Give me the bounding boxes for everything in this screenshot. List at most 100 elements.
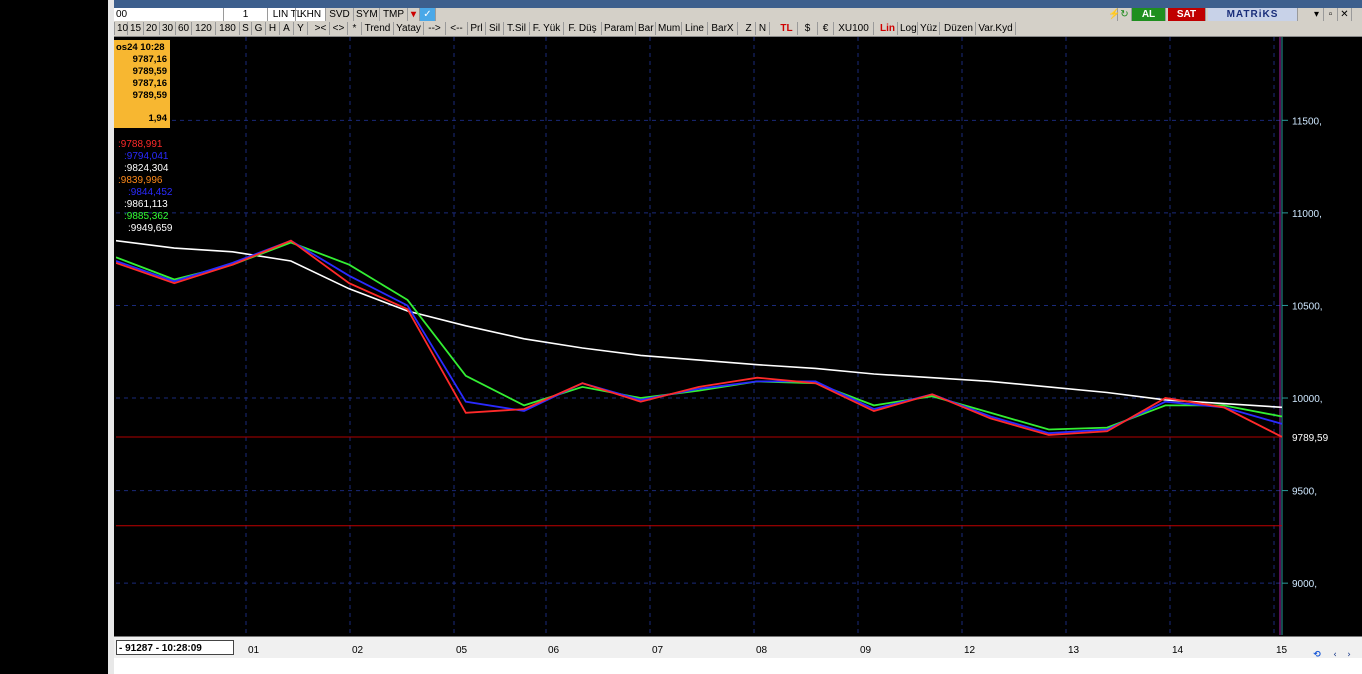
symbol-field[interactable]: 00	[114, 8, 224, 21]
toolbar-button-9[interactable]: H	[266, 22, 280, 35]
scroll-nav: ⟲ ‹ ›	[1310, 648, 1358, 664]
footer	[114, 658, 1362, 674]
toolbar-button-3[interactable]: 30	[160, 22, 176, 35]
khn-button[interactable]: KHN	[296, 8, 326, 21]
scroll-right-button[interactable]: ›	[1342, 648, 1356, 662]
toolbar-button-17[interactable]: -->	[424, 22, 446, 35]
refresh-icon[interactable]: ↻	[1118, 8, 1132, 21]
low-value: 9787,16	[132, 78, 167, 89]
close-icon[interactable]: ✕	[1338, 8, 1352, 21]
toolbar-button-5[interactable]: 120	[192, 22, 216, 35]
toolbar-button-10[interactable]: A	[280, 22, 294, 35]
y-tick-label: 9500,	[1292, 487, 1317, 498]
y-tick-label: 10500,	[1292, 301, 1323, 312]
dropdown-arrow-icon[interactable]: ▾	[408, 8, 420, 21]
lin-button[interactable]: LIN	[266, 8, 296, 21]
open-value: 9787,16	[132, 54, 167, 65]
toolbar-button-34[interactable]: XU100	[834, 22, 874, 35]
date-label: 02	[352, 645, 364, 656]
toolbar-button-23[interactable]: F. Düş	[564, 22, 602, 35]
toolbar-button-2[interactable]: 20	[144, 22, 160, 35]
toolbar-button-20[interactable]: Sil	[486, 22, 504, 35]
indicator-value: :9861,113	[124, 199, 168, 210]
zoom-icon[interactable]: ⟲	[1310, 648, 1324, 662]
high-value: 9789,59	[132, 66, 167, 77]
toolbar-button-7[interactable]: S	[240, 22, 252, 35]
date-label: 13	[1068, 645, 1080, 656]
date-label: 09	[860, 645, 872, 656]
price-chart[interactable]: 11500, 11000, 10500, 10000, 9500, 9000, 9789,5…	[116, 37, 1362, 635]
indicator-value: :9839,996	[118, 175, 163, 186]
date-label: 12	[964, 645, 976, 656]
toolbar-button-15[interactable]: Trend	[362, 22, 394, 35]
date-label: 06	[548, 645, 560, 656]
sell-button[interactable]: SAT	[1168, 8, 1206, 21]
y-tick-label: 10000,	[1292, 394, 1323, 405]
toolbar-button-19[interactable]: Prl	[468, 22, 486, 35]
toolbar-button-1[interactable]: 15	[128, 22, 144, 35]
y-tick-label: 11500,	[1292, 116, 1322, 127]
date-label: 05	[456, 645, 468, 656]
toolbar-button-29[interactable]: Z	[742, 22, 756, 35]
toolbar-button-11[interactable]: Y	[294, 22, 308, 35]
toolbar-button-21[interactable]: T.Sil	[504, 22, 530, 35]
close-value: 9789,59	[132, 90, 167, 101]
period-field[interactable]: 1	[224, 8, 268, 21]
toolbar-button-35[interactable]: Lin	[878, 22, 898, 35]
matriks-logo: MATRiKS	[1208, 8, 1298, 21]
toolbar-button-12[interactable]: ><	[312, 22, 330, 35]
svd-button[interactable]: SVD	[326, 8, 354, 21]
toolbar-button-13[interactable]: <>	[330, 22, 348, 35]
dropdown-icon[interactable]: ▾	[1310, 8, 1324, 21]
toolbar-button-4[interactable]: 60	[176, 22, 192, 35]
toolbar-button-32[interactable]: $	[798, 22, 818, 35]
series-line	[116, 239, 1283, 409]
toolbar-button-33[interactable]: €	[818, 22, 834, 35]
minimize-icon[interactable]: ▫	[1324, 8, 1338, 21]
lightning-icon[interactable]: ⚡	[1106, 8, 1120, 21]
toolbar-button-26[interactable]: Mum	[656, 22, 682, 35]
y-tick-label: 11000,	[1292, 209, 1322, 220]
desktop-background	[0, 0, 108, 674]
series-line	[116, 239, 1283, 438]
series-line	[116, 239, 1283, 435]
date-label: 08	[756, 645, 768, 656]
toolbar-row-2: 10 15 20 30 60 120 180 S G H A Y >< <> * Trend Yatay --> <…	[114, 22, 1362, 37]
title-strip	[114, 0, 1362, 8]
toolbar-row-1: 00 1 TL LIN KHN SVD SYM TMP ▾ ✓ ⚡ ↻ AL S…	[114, 8, 1362, 23]
toolbar-button-22[interactable]: F. Yük	[530, 22, 564, 35]
toolbar-button-6[interactable]: 180	[216, 22, 240, 35]
toolbar-button-24[interactable]: Param	[602, 22, 636, 35]
indicator-value: :9844,452	[128, 187, 173, 198]
date-label: 01	[248, 645, 260, 656]
toolbar-button-16[interactable]: Yatay	[394, 22, 424, 35]
toolbar-button-36[interactable]: Log	[898, 22, 918, 35]
toolbar-button-27[interactable]: Line	[682, 22, 708, 35]
indicator-value: :9794,041	[124, 151, 169, 162]
toolbar-button-37[interactable]: Yüz	[918, 22, 940, 35]
ohlc-info-box: os24 10:28 9787,16 9789,59 9787,16 9789,…	[114, 40, 170, 128]
y-tick-label: 9000,	[1292, 579, 1317, 590]
buy-button[interactable]: AL	[1132, 8, 1166, 21]
toolbar-button-31[interactable]: TL	[776, 22, 798, 35]
change-value: 1,94	[148, 113, 168, 124]
twitter-icon[interactable]: ✓	[420, 8, 436, 21]
scroll-left-button[interactable]: ‹	[1328, 648, 1342, 662]
toolbar-button-25[interactable]: Bar	[636, 22, 656, 35]
toolbar-button-38[interactable]: Düzen	[942, 22, 976, 35]
date-label: 15	[1276, 645, 1288, 656]
toolbar-button-30[interactable]: N	[756, 22, 770, 35]
indicator-value: :9885,362	[124, 211, 169, 222]
toolbar-button-14[interactable]: *	[348, 22, 362, 35]
toolbar-button-28[interactable]: BarX	[708, 22, 738, 35]
indicator-value: :9788,991	[118, 139, 163, 150]
indicator-value: :9824,304	[124, 163, 169, 174]
toolbar-button-18[interactable]: <--	[446, 22, 468, 35]
sym-button[interactable]: SYM	[354, 8, 380, 21]
toolbar-button-0[interactable]: 10	[114, 22, 128, 35]
toolbar-button-39[interactable]: Var.Kyd	[976, 22, 1016, 35]
datetime: os24 10:28	[116, 42, 165, 53]
status-readout: - 91287 - 10:28:09	[116, 640, 234, 655]
tmp-button[interactable]: TMP	[380, 8, 408, 21]
toolbar-button-8[interactable]: G	[252, 22, 266, 35]
